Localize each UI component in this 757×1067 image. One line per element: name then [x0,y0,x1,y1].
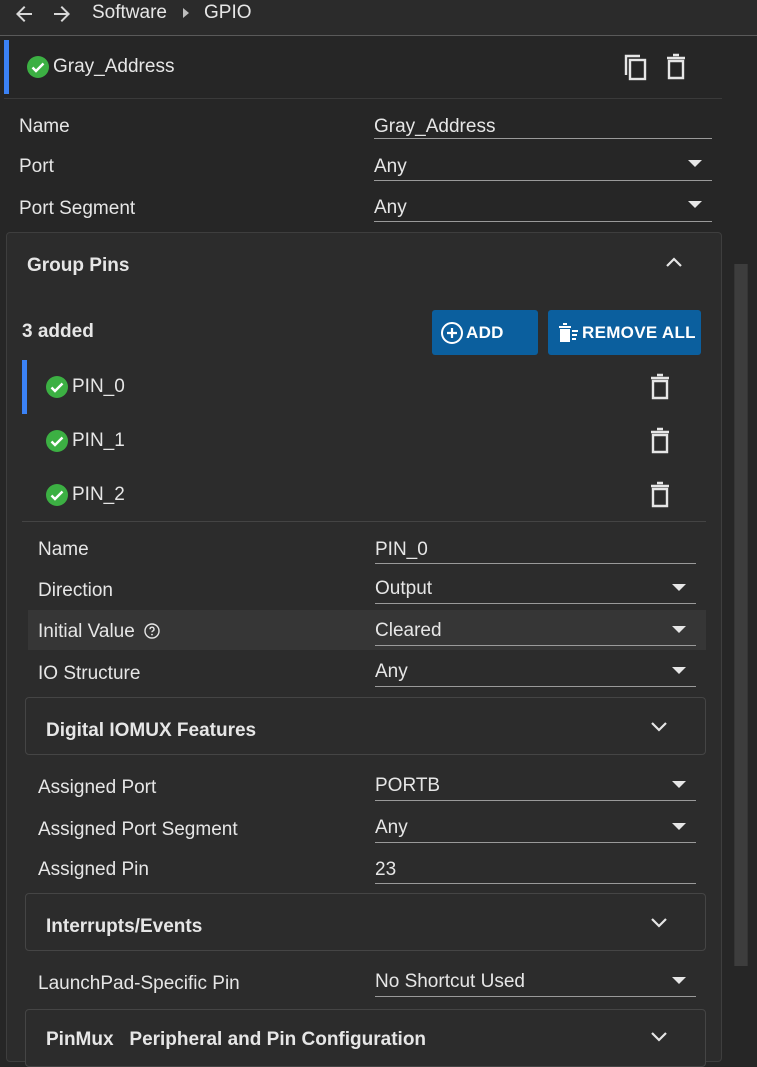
breadcrumb-software[interactable]: Software [92,2,167,24]
dropdown-arrow-icon[interactable] [672,977,686,984]
breadcrumb-separator-icon [180,6,192,20]
pin-list-divider [22,521,706,522]
assigned-port-segment-underline [375,842,696,843]
selection-accent [22,360,27,414]
help-circle-icon[interactable] [144,623,160,639]
arrow-right-icon[interactable] [50,2,74,26]
assigned-port-segment-select[interactable]: Any [375,817,408,839]
assigned-pin-label: Assigned Pin [38,859,149,880]
dropdown-arrow-icon[interactable] [672,667,686,674]
copy-icon[interactable] [623,53,649,81]
selection-accent [4,40,9,94]
io-structure-select[interactable]: Any [375,661,408,683]
group-title: Gray_Address [53,56,175,77]
pin-label: PIN_2 [72,484,125,505]
trash-icon[interactable] [663,53,689,81]
io-structure-label: IO Structure [38,663,141,684]
dropdown-arrow-icon[interactable] [688,201,702,208]
direction-underline [375,603,696,604]
plus-circle-icon [440,321,466,345]
trash-icon[interactable] [647,373,673,401]
chevron-down-icon[interactable] [650,917,668,929]
assigned-pin-underline [375,883,696,884]
check-circle-icon [45,483,69,507]
interrupts-title: Interrupts/Events [46,916,203,937]
initial-value-label: Initial Value [38,621,160,643]
assigned-port-select[interactable]: PORTB [375,775,440,797]
pin-row-1[interactable]: PIN_1 [22,414,706,468]
initial-value-text: Initial Value [38,621,135,642]
pins-count: 3 added [22,321,94,342]
trash-icon[interactable] [647,481,673,509]
dropdown-arrow-icon[interactable] [672,781,686,788]
check-circle-icon [45,375,69,399]
remove-all-label: REMOVE ALL [582,322,696,342]
arrow-left-icon[interactable] [12,2,36,26]
launchpad-pin-underline [375,996,696,997]
digital-iomux-title: Digital IOMUX Features [46,720,257,741]
chevron-down-icon[interactable] [650,721,668,733]
chevron-up-icon[interactable] [665,256,683,268]
add-pin-button[interactable]: ADD [432,310,538,355]
scrollbar-thumb[interactable] [735,264,747,966]
check-circle-icon [26,55,50,79]
add-pin-label: ADD [466,322,504,342]
assigned-port-underline [375,800,696,801]
top-bar: Software GPIO [0,0,757,36]
launchpad-pin-label: LaunchPad-Specific Pin [38,973,240,994]
initial-value-select[interactable]: Cleared [375,620,442,642]
port-label: Port [19,156,54,177]
pin-name-label: Name [38,539,89,560]
pinmux-title: PinMux Peripheral and Pin Configuration [46,1029,427,1050]
launchpad-pin-select[interactable]: No Shortcut Used [375,971,525,993]
dropdown-arrow-icon[interactable] [672,626,686,633]
name-input[interactable]: Gray_Address [374,116,495,138]
group-pins-title: Group Pins [27,255,130,276]
assigned-port-segment-label: Assigned Port Segment [38,819,238,840]
dropdown-arrow-icon[interactable] [672,584,686,591]
check-circle-icon [45,429,69,453]
direction-select[interactable]: Output [375,578,432,600]
port-select-underline [374,180,712,181]
direction-label: Direction [38,580,113,601]
trash-icon[interactable] [647,427,673,455]
port-select[interactable]: Any [374,156,407,178]
pin-label: PIN_0 [72,376,125,397]
group-header[interactable]: Gray_Address [4,40,722,99]
remove-all-button[interactable]: REMOVE ALL [548,310,701,355]
pin-name-input[interactable]: PIN_0 [375,539,428,561]
port-segment-label: Port Segment [19,198,136,219]
name-label: Name [19,116,70,137]
delete-sweep-icon [556,321,582,345]
dropdown-arrow-icon[interactable] [688,160,702,167]
dropdown-arrow-icon[interactable] [672,823,686,830]
port-segment-underline [374,221,712,222]
pin-row-0[interactable]: PIN_0 [22,360,706,414]
name-input-underline [374,138,712,139]
pin-label: PIN_1 [72,430,125,451]
port-segment-select[interactable]: Any [374,197,407,219]
chevron-down-icon[interactable] [650,1031,668,1043]
assigned-port-label: Assigned Port [38,777,157,798]
pin-name-underline [375,563,696,564]
pin-row-2[interactable]: PIN_2 [22,468,706,522]
io-structure-underline [375,686,696,687]
breadcrumb-gpio: GPIO [204,2,252,23]
assigned-pin-input[interactable]: 23 [375,859,396,881]
initial-value-underline [375,645,696,646]
